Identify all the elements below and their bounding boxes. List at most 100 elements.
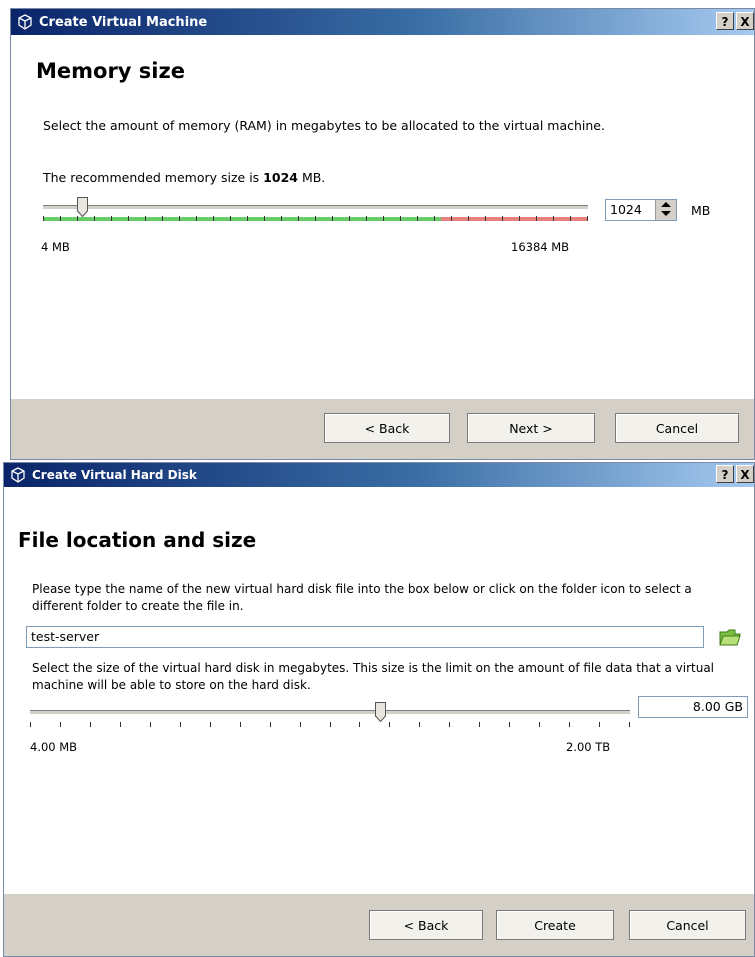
create-disk-window: Create Virtual Hard Disk ? X File locati…	[3, 462, 755, 957]
memory-value: 1024	[610, 202, 642, 217]
slider-tick	[90, 722, 91, 727]
disk-title-bar[interactable]: Create Virtual Hard Disk ? X	[4, 463, 754, 487]
slider-tick	[485, 216, 486, 221]
slider-tick	[359, 722, 360, 727]
slider-tick	[451, 216, 452, 221]
slider-tick	[519, 216, 520, 221]
slider-tick	[213, 216, 214, 221]
disk-slider-thumb[interactable]	[375, 702, 386, 722]
memory-slider[interactable]	[43, 197, 588, 227]
slider-tick	[247, 216, 248, 221]
file-name-input[interactable]: test-server	[26, 626, 704, 648]
slider-tick	[43, 216, 44, 221]
slider-tick	[569, 722, 570, 727]
slider-tick	[315, 216, 316, 221]
slider-tick	[111, 216, 112, 221]
slider-tick	[553, 216, 554, 221]
slider-tick	[417, 216, 418, 221]
next-button[interactable]: Next >	[467, 413, 595, 443]
slider-tick	[599, 722, 600, 727]
cancel-button[interactable]: Cancel	[629, 910, 746, 940]
close-button[interactable]: X	[736, 12, 754, 30]
slider-tick	[60, 722, 61, 727]
disk-slider-ticks	[30, 722, 630, 728]
slider-tick	[150, 722, 151, 727]
recommend-prefix: The recommended memory size is	[43, 170, 264, 185]
slider-tick	[389, 722, 390, 727]
memory-max-label: 16384 MB	[511, 240, 570, 254]
help-button[interactable]: ?	[716, 12, 734, 30]
back-button[interactable]: < Back	[369, 910, 483, 940]
slider-tick	[281, 216, 282, 221]
vm-button-bar: < Back Next > Cancel	[11, 398, 754, 459]
slider-tick	[509, 722, 510, 727]
slider-tick	[230, 216, 231, 221]
disk-button-bar: < Back Create Cancel	[4, 893, 754, 956]
slider-tick	[264, 216, 265, 221]
recommended-size-text: The recommended memory size is 1024 MB.	[43, 169, 325, 186]
slider-tick	[383, 216, 384, 221]
slider-tick	[587, 216, 588, 221]
slider-tick	[210, 722, 211, 727]
slider-tick	[570, 216, 571, 221]
slider-tick	[240, 722, 241, 727]
slider-tick	[366, 216, 367, 221]
slider-tick	[330, 722, 331, 727]
recommend-value: 1024	[263, 170, 298, 185]
create-button[interactable]: Create	[496, 910, 614, 940]
slider-tick	[196, 216, 197, 221]
back-button[interactable]: < Back	[324, 413, 450, 443]
slider-tick	[419, 722, 420, 727]
folder-icon[interactable]	[719, 627, 741, 647]
memory-unit: MB	[691, 203, 711, 218]
virtualbox-icon	[18, 14, 32, 30]
disk-slider-track	[30, 710, 630, 715]
slider-tick	[468, 216, 469, 221]
create-vm-window: Create Virtual Machine ? X Memory size S…	[10, 8, 755, 460]
size-description: Select the size of the virtual hard disk…	[32, 661, 715, 692]
page-title: Memory size	[36, 59, 185, 83]
slider-tick	[479, 722, 480, 727]
vm-title-bar[interactable]: Create Virtual Machine ? X	[11, 9, 754, 35]
disk-window-title: Create Virtual Hard Disk	[32, 468, 197, 482]
recommend-suffix: MB.	[297, 170, 326, 185]
disk-max-label: 2.00 TB	[566, 740, 611, 754]
memory-slider-track	[43, 205, 588, 210]
slider-tick	[179, 216, 180, 221]
memory-slider-thumb[interactable]	[77, 197, 88, 217]
slider-tick	[539, 722, 540, 727]
slider-tick	[145, 216, 146, 221]
slider-tick	[629, 722, 630, 727]
disk-size-input[interactable]: 8.00 GB	[638, 696, 748, 718]
memory-slider-ticks	[43, 216, 588, 222]
slider-tick	[298, 216, 299, 221]
slider-tick	[120, 722, 121, 727]
slider-tick	[400, 216, 401, 221]
memory-min-label: 4 MB	[41, 240, 70, 254]
disk-size-slider[interactable]	[30, 700, 630, 730]
slider-tick	[162, 216, 163, 221]
vm-window-title: Create Virtual Machine	[39, 14, 208, 30]
disk-min-label: 4.00 MB	[30, 740, 78, 754]
virtualbox-icon	[11, 467, 25, 483]
slider-tick	[30, 722, 31, 727]
slider-tick	[300, 722, 301, 727]
slider-tick	[536, 216, 537, 221]
slider-tick	[434, 216, 435, 221]
slider-tick	[180, 722, 181, 727]
page-title: File location and size	[18, 528, 257, 552]
slider-tick	[60, 216, 61, 221]
file-location-description: Please type the name of the new virtual …	[32, 582, 692, 613]
cancel-button[interactable]: Cancel	[615, 413, 739, 443]
memory-spinbox[interactable]: 1024	[605, 199, 677, 221]
slider-tick	[502, 216, 503, 221]
slider-tick	[94, 216, 95, 221]
slider-tick	[128, 216, 129, 221]
slider-tick	[332, 216, 333, 221]
memory-description: Select the amount of memory (RAM) in meg…	[43, 118, 605, 133]
close-button[interactable]: X	[736, 465, 754, 483]
help-button[interactable]: ?	[716, 465, 734, 483]
spin-arrows-icon[interactable]	[655, 200, 676, 220]
slider-tick	[270, 722, 271, 727]
slider-tick	[449, 722, 450, 727]
